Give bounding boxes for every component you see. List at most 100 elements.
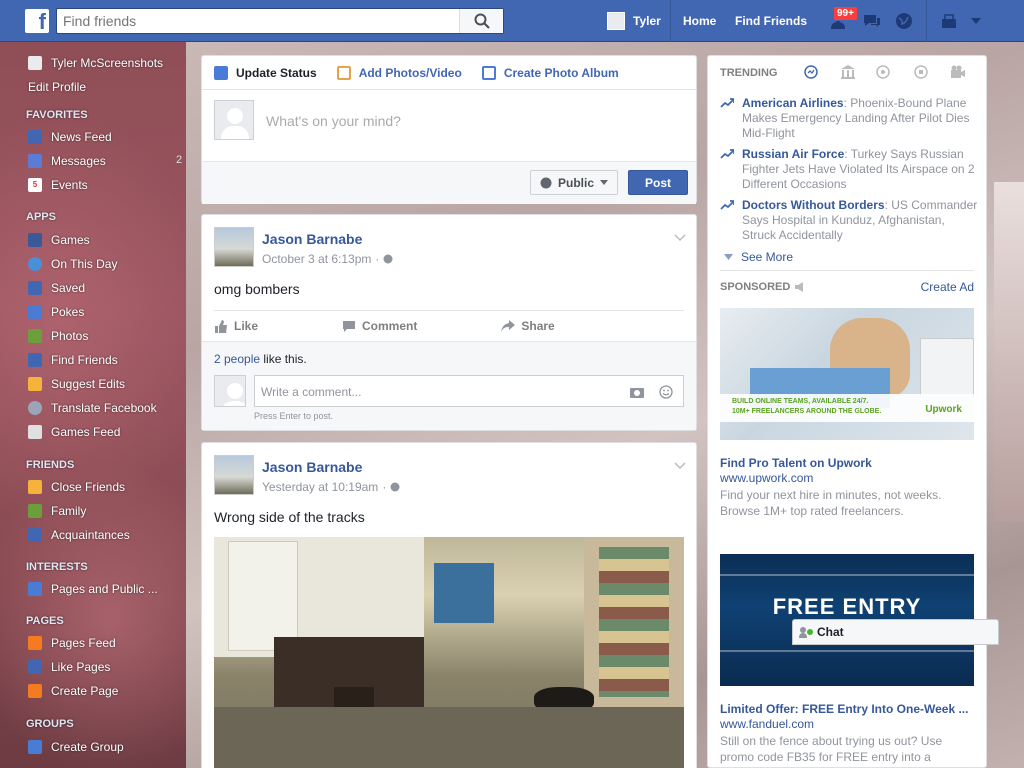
- avatar[interactable]: [214, 455, 254, 495]
- entertainment-icon[interactable]: [950, 65, 966, 79]
- share-icon: [501, 320, 516, 332]
- tab-create-album[interactable]: Create Photo Album: [481, 65, 619, 80]
- avatar[interactable]: [214, 227, 254, 267]
- sidebar-heading-favorites: FAVORITES: [26, 109, 88, 121]
- composer: Update Status Add Photos/Video Create Ph…: [201, 55, 697, 204]
- ad-title[interactable]: Find Pro Talent on Upwork: [720, 456, 872, 470]
- home-link[interactable]: Home: [683, 0, 716, 42]
- see-more-link[interactable]: See More: [724, 250, 793, 264]
- chevron-down-icon: [600, 180, 608, 185]
- post-author[interactable]: Jason Barnabe: [262, 231, 362, 247]
- sidebar-item-games[interactable]: Games: [28, 231, 90, 249]
- messages-count: 2: [176, 154, 183, 166]
- sidebar-item-create-group[interactable]: Create Group: [28, 738, 124, 756]
- calendar-icon: 5: [28, 178, 42, 192]
- find-friends-link[interactable]: Find Friends: [735, 0, 807, 42]
- comment-button[interactable]: Comment: [342, 319, 459, 333]
- ad-title[interactable]: Limited Offer: FREE Entry Into One-Week …: [720, 702, 974, 716]
- camera-icon[interactable]: [629, 386, 645, 398]
- sidebar-item-pokes[interactable]: Pokes: [28, 303, 84, 321]
- sidebar-item-acquaintances[interactable]: Acquaintances: [28, 526, 130, 544]
- account-menu-chevron-down-icon[interactable]: [966, 0, 986, 42]
- sidebar-item-on-this-day[interactable]: On This Day: [28, 255, 117, 273]
- share-button[interactable]: Share: [501, 319, 596, 333]
- search-box: [56, 8, 504, 34]
- like-button[interactable]: Like: [214, 319, 300, 333]
- sidebar-item-pages-feed[interactable]: Pages Feed: [28, 634, 116, 652]
- globe-icon: [28, 401, 42, 415]
- emoji-icon[interactable]: [659, 385, 673, 399]
- photo-icon: [336, 65, 351, 80]
- post-text: Wrong side of the tracks: [214, 509, 365, 525]
- sidebar-item-messages[interactable]: Messages: [28, 152, 106, 170]
- trending-all-icon[interactable]: [804, 65, 818, 79]
- games-icon: [28, 233, 42, 247]
- sidebar-item-pages-public[interactable]: Pages and Public ...: [28, 580, 158, 598]
- tab-update-status[interactable]: Update Status: [214, 65, 317, 80]
- right-column: TRENDING American Airlines: Phoenix-Boun…: [707, 55, 987, 768]
- trend-arrow-icon: [720, 200, 734, 210]
- megaphone-icon: [795, 282, 804, 292]
- trending-item[interactable]: American Airlines: Phoenix-Bound Plane M…: [720, 96, 980, 141]
- post-photo[interactable]: [214, 537, 684, 768]
- search-button[interactable]: [459, 9, 503, 33]
- rss-icon: [28, 582, 42, 596]
- status-input[interactable]: What's on your mind?: [266, 113, 401, 129]
- post-button[interactable]: Post: [628, 170, 688, 195]
- ad-url[interactable]: www.fanduel.com: [720, 717, 814, 731]
- sidebar-item-create-page[interactable]: Create Page: [28, 682, 118, 700]
- plus-icon: [28, 740, 42, 754]
- sidebar-item-games-feed[interactable]: Games Feed: [28, 423, 120, 441]
- sidebar-item-close-friends[interactable]: Close Friends: [28, 478, 125, 496]
- politics-icon[interactable]: [840, 65, 856, 79]
- facebook-logo-icon[interactable]: f: [25, 9, 49, 34]
- avatar: [607, 12, 625, 30]
- news-feed-icon: [28, 130, 42, 144]
- notification-badge: 99+: [833, 6, 858, 21]
- audience-selector[interactable]: Public: [530, 170, 618, 195]
- family-icon: [28, 504, 42, 518]
- profile-link[interactable]: Tyler: [607, 0, 661, 42]
- sidebar-item-news-feed[interactable]: News Feed: [28, 128, 112, 146]
- star-icon: [28, 480, 42, 494]
- sports-icon[interactable]: [914, 65, 928, 79]
- post-author[interactable]: Jason Barnabe: [262, 459, 362, 475]
- post-card: Jason Barnabe Yesterday at 10:19am · Wro…: [201, 442, 697, 768]
- post-options-chevron-down-icon[interactable]: [674, 231, 686, 245]
- sidebar-edit-profile[interactable]: Edit Profile: [28, 78, 86, 96]
- search-input[interactable]: [57, 9, 457, 33]
- messages-icon[interactable]: [860, 0, 884, 42]
- sidebar-item-family[interactable]: Family: [28, 502, 86, 520]
- sidebar-item-like-pages[interactable]: Like Pages: [28, 658, 110, 676]
- chat-user-icon: [799, 627, 813, 638]
- sidebar-item-translate[interactable]: Translate Facebook: [28, 399, 157, 417]
- sidebar-heading-friends: FRIENDS: [26, 459, 75, 471]
- science-icon[interactable]: [876, 65, 890, 79]
- sidebar-item-suggest-edits[interactable]: Suggest Edits: [28, 375, 125, 393]
- tab-add-photos[interactable]: Add Photos/Video: [336, 65, 462, 80]
- chevron-down-icon: [724, 254, 733, 260]
- trending-item[interactable]: Doctors Without Borders: US Commander Sa…: [720, 198, 980, 243]
- ad-description: Still on the fence about trying us out? …: [720, 734, 943, 764]
- notifications-globe-icon[interactable]: [892, 0, 916, 42]
- composer-tabs: Update Status Add Photos/Video Create Ph…: [202, 56, 696, 90]
- comment-input[interactable]: Write a comment...: [254, 375, 684, 407]
- create-ad-link[interactable]: Create Ad: [921, 280, 974, 294]
- ad-image-upwork[interactable]: BUILD ONLINE TEAMS, AVAILABLE 24/7. 10M+…: [720, 308, 974, 440]
- sidebar-item-events[interactable]: 5 Events: [28, 176, 88, 194]
- post-timestamp[interactable]: October 3 at 6:13pm: [262, 252, 371, 266]
- chat-bar[interactable]: Chat: [792, 619, 999, 645]
- sidebar-profile[interactable]: Tyler McScreenshots: [28, 54, 163, 72]
- ad-url[interactable]: www.upwork.com: [720, 471, 813, 485]
- flag-icon: [28, 636, 42, 650]
- globe-icon: [383, 254, 393, 264]
- post-timestamp[interactable]: Yesterday at 10:19am: [262, 480, 378, 494]
- sidebar-item-saved[interactable]: Saved: [28, 279, 85, 297]
- post-options-chevron-down-icon[interactable]: [674, 459, 686, 473]
- privacy-shortcuts-icon[interactable]: [938, 0, 960, 42]
- sidebar-item-find-friends[interactable]: Find Friends: [28, 351, 118, 369]
- sidebar-item-photos[interactable]: Photos: [28, 327, 88, 345]
- likes-link[interactable]: 2 people: [214, 352, 260, 366]
- sidebar-heading-interests: INTERESTS: [26, 561, 88, 573]
- trending-item[interactable]: Russian Air Force: Turkey Says Russian F…: [720, 147, 980, 192]
